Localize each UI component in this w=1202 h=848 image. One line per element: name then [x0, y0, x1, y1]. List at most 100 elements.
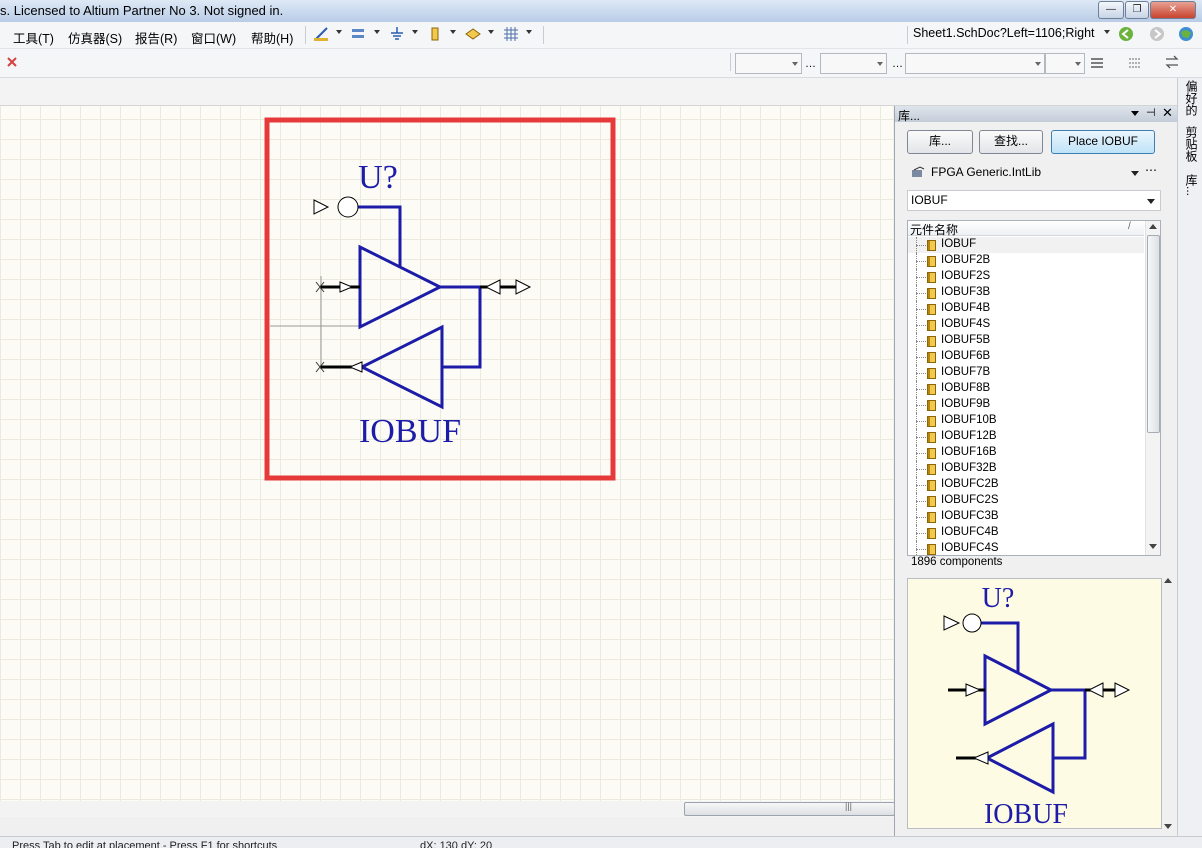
menu-simulator[interactable]: 仿真器(S): [68, 28, 122, 47]
clear-filter-icon[interactable]: [6, 56, 18, 68]
preview-scroll-down-icon[interactable]: [1164, 824, 1172, 829]
component-list[interactable]: 元件名称 / IOBUF IOBUF2B IOBUF2S IOBUF3B IOBUF4B…: [907, 220, 1161, 556]
toolbar-separator: [305, 26, 306, 44]
part-icon[interactable]: [427, 26, 443, 42]
list-item-label: IOBUF3B: [941, 286, 991, 298]
menu-tools[interactable]: 工具(T): [13, 28, 54, 47]
align-icon[interactable]: [1090, 56, 1106, 70]
combo-3[interactable]: [905, 53, 1045, 74]
library-name: FPGA Generic.IntLib: [931, 165, 1042, 179]
maximize-button[interactable]: ❐: [1125, 1, 1149, 19]
component-icon: [927, 272, 936, 283]
chevron-down-icon[interactable]: [1104, 30, 1110, 34]
panel-title: 库...: [898, 109, 921, 123]
list-vertical-scrollbar[interactable]: [1145, 221, 1160, 555]
list-item[interactable]: IOBUF4S: [908, 317, 1144, 333]
list-item[interactable]: IOBUF2S: [908, 269, 1144, 285]
scrollbar-thumb[interactable]: |||: [684, 801, 895, 816]
filter-input[interactable]: IOBUF: [907, 190, 1161, 211]
menu-window[interactable]: 窗口(W): [191, 28, 236, 47]
scrollbar-thumb[interactable]: [1147, 235, 1160, 433]
list-item[interactable]: IOBUF6B: [908, 349, 1144, 365]
preview-designator: U?: [982, 583, 1015, 614]
component-icon: [927, 544, 936, 555]
globe-icon[interactable]: [1178, 26, 1194, 42]
side-panel-tabs: 偏好的 剪贴板 库...: [1177, 78, 1202, 836]
scroll-up-icon[interactable]: [1149, 224, 1157, 229]
list-item[interactable]: IOBUF5B: [908, 333, 1144, 349]
scroll-down-icon[interactable]: [1149, 544, 1157, 549]
list-item[interactable]: IOBUF16B: [908, 445, 1144, 461]
list-item[interactable]: IOBUF7B: [908, 365, 1144, 381]
combo-4[interactable]: [1045, 53, 1085, 74]
chevron-down-icon[interactable]: [450, 30, 456, 34]
list-item[interactable]: IOBUF12B: [908, 429, 1144, 445]
list-item[interactable]: IOBUFC2S: [908, 493, 1144, 509]
menu-bar: 工具(T) 仿真器(S) 报告(R) 窗口(W) 帮助(H) Sheet1.Sc…: [0, 22, 1202, 49]
combo-2[interactable]: [820, 53, 887, 74]
preview-scroll-up-icon[interactable]: [1164, 578, 1172, 583]
list-item-label: IOBUF6B: [941, 350, 991, 362]
close-button[interactable]: ✕: [1150, 1, 1196, 19]
tab-clipboard[interactable]: 剪贴板: [1182, 126, 1200, 162]
component-icon: [927, 480, 936, 491]
libraries-button[interactable]: 库...: [907, 130, 973, 154]
list-item-label: IOBUF5B: [941, 334, 991, 346]
back-icon[interactable]: [1118, 26, 1134, 42]
list-item[interactable]: IOBUF9B: [908, 397, 1144, 413]
schematic-canvas[interactable]: U? IOBUF: [0, 106, 893, 801]
library-icon: [912, 166, 925, 177]
place-component-button[interactable]: Place IOBUF: [1051, 130, 1155, 154]
component-icon: [927, 416, 936, 427]
list-item[interactable]: IOBUFC4B: [908, 525, 1144, 541]
list-item[interactable]: IOBUF2B: [908, 253, 1144, 269]
forward-icon[interactable]: [1149, 26, 1165, 42]
port-icon[interactable]: [465, 26, 481, 42]
list-item[interactable]: IOBUF8B: [908, 381, 1144, 397]
list-item[interactable]: IOBUF10B: [908, 413, 1144, 429]
list-item-label: IOBUF4B: [941, 302, 991, 314]
menu-reports[interactable]: 报告(R): [135, 28, 177, 47]
list-header[interactable]: 元件名称 /: [908, 221, 1144, 237]
ground-icon[interactable]: [389, 26, 405, 42]
more-icon[interactable]: ⋯: [1145, 163, 1157, 177]
list-item[interactable]: IOBUF32B: [908, 461, 1144, 477]
list-item[interactable]: IOBUFC2B: [908, 477, 1144, 493]
search-button[interactable]: 查找...: [979, 130, 1043, 154]
library-select[interactable]: FPGA Generic.IntLib ⋯: [907, 163, 1159, 182]
grid-icon[interactable]: [503, 26, 519, 42]
close-icon[interactable]: ✕: [1162, 105, 1173, 121]
list-item[interactable]: IOBUF: [908, 237, 1144, 253]
list-item-label: IOBUF2S: [941, 270, 991, 282]
chevron-down-icon[interactable]: [412, 30, 418, 34]
horizontal-scrollbar[interactable]: |||: [0, 801, 895, 817]
chevron-down-icon[interactable]: [526, 30, 532, 34]
wire-icon[interactable]: [313, 26, 329, 42]
sort-icon: /: [1128, 221, 1131, 232]
combo-1[interactable]: [735, 53, 802, 74]
minimize-button[interactable]: —: [1098, 1, 1124, 19]
chevron-down-icon[interactable]: [374, 30, 380, 34]
list-item[interactable]: IOBUF4B: [908, 301, 1144, 317]
pin-icon[interactable]: ⊣: [1146, 106, 1156, 119]
list-item[interactable]: IOBUFC4S: [908, 541, 1144, 555]
tab-libraries[interactable]: 库...: [1182, 174, 1200, 196]
component-icon: [927, 528, 936, 539]
list-item[interactable]: IOBUFC3B: [908, 509, 1144, 525]
preview-inversion-bubble: [962, 613, 982, 633]
bus-icon[interactable]: [351, 26, 367, 42]
sheet-location-combo[interactable]: Sheet1.SchDoc?Left=1106;Right: [913, 26, 1113, 44]
component-preview: U? IOBUF: [907, 578, 1162, 829]
chevron-down-icon[interactable]: [488, 30, 494, 34]
ellipsis-icon: …: [892, 58, 903, 70]
library-panel: 库... ⊣ ✕ 库... 查找... Place IOBUF FPGA Gen…: [894, 105, 1177, 836]
panel-menu-icon[interactable]: [1131, 111, 1139, 116]
tab-favorites[interactable]: 偏好的: [1182, 80, 1200, 116]
swap-icon[interactable]: [1165, 55, 1179, 69]
distribute-icon[interactable]: [1128, 56, 1144, 70]
pin-o-arrow: [348, 361, 363, 373]
list-item[interactable]: IOBUF3B: [908, 285, 1144, 301]
preview-pin-io-arrow-right: [1114, 682, 1131, 698]
menu-help[interactable]: 帮助(H): [251, 28, 293, 47]
chevron-down-icon[interactable]: [336, 30, 342, 34]
